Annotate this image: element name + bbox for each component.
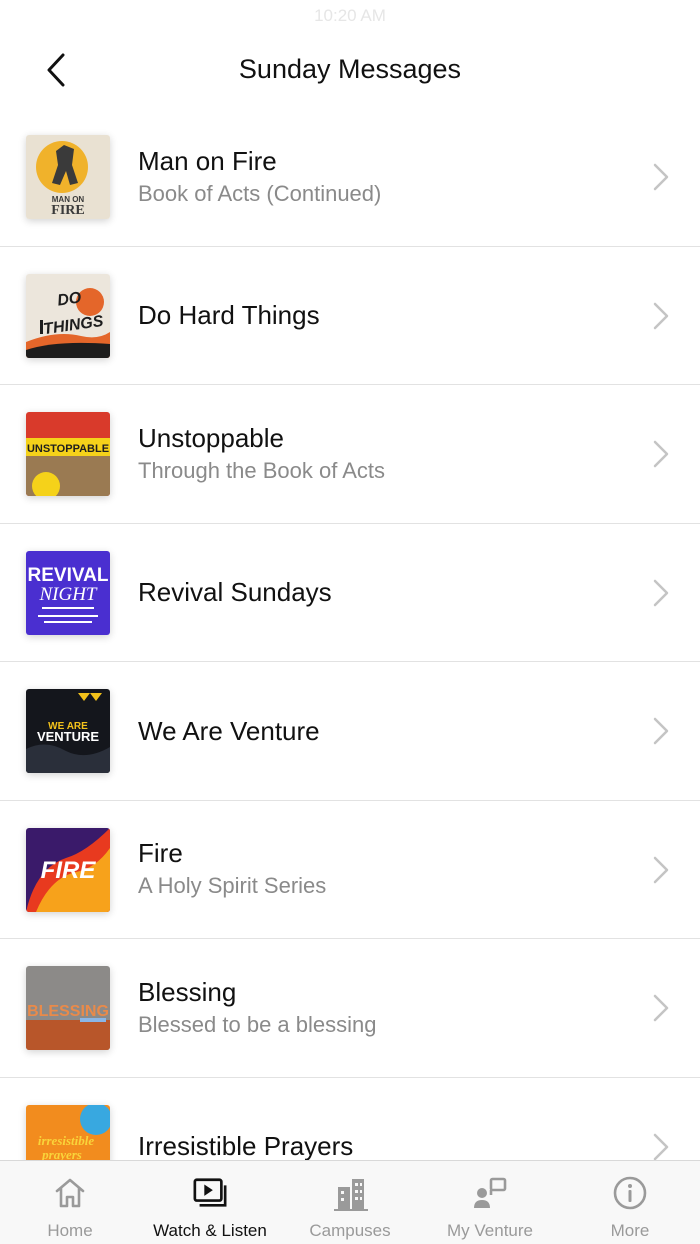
buildings-icon	[332, 1175, 368, 1211]
tab-label: Watch & Listen	[153, 1221, 267, 1240]
list-item[interactable]: REVIVAL NIGHT Revival Sundays	[0, 524, 700, 662]
info-icon	[612, 1175, 648, 1211]
series-artwork: MAN ON FIRE	[26, 135, 110, 219]
tab-label: Home	[47, 1221, 93, 1240]
series-artwork: FIRE	[26, 827, 110, 912]
list-item-text: Irresistible Prayers	[138, 1078, 630, 1160]
list-item[interactable]: WE ARE VENTURE We Are Venture	[0, 662, 700, 801]
series-title: We Are Venture	[138, 715, 320, 746]
list-item-text: Fire A Holy Spirit Series	[138, 801, 630, 939]
svg-text:NIGHT: NIGHT	[38, 584, 97, 605]
tab-campuses[interactable]: Campuses	[280, 1161, 420, 1244]
series-artwork: irresistible prayers	[26, 1104, 110, 1161]
series-artwork: REVIVAL NIGHT	[26, 550, 110, 635]
chevron-right-icon	[653, 994, 669, 1022]
home-icon	[52, 1175, 88, 1211]
list-item-text: Unstoppable Through the Book of Acts	[138, 385, 630, 523]
series-artwork: WE ARE VENTURE	[26, 689, 110, 773]
list-item[interactable]: BLESSING Blessing Blessed to be a blessi…	[0, 939, 700, 1078]
list-item[interactable]: irresistible prayers Irresistible Prayer…	[0, 1078, 700, 1161]
series-subtitle: A Holy Spirit Series	[138, 873, 327, 899]
list-item[interactable]: UNSTOPPABLE Unstoppable Through the Book…	[0, 385, 700, 524]
svg-text:DO: DO	[56, 289, 83, 309]
tab-more[interactable]: More	[560, 1161, 700, 1244]
series-title: Unstoppable	[138, 422, 284, 453]
chevron-right-icon	[653, 302, 669, 329]
series-subtitle: Blessed to be a blessing	[138, 1011, 377, 1037]
chevron-right-icon	[653, 856, 669, 883]
svg-text:UNSTOPPABLE: UNSTOPPABLE	[27, 443, 109, 455]
svg-text:FIRE: FIRE	[41, 857, 97, 884]
svg-text:irresistible: irresistible	[38, 1133, 95, 1148]
series-subtitle: Book of Acts (Continued)	[138, 180, 382, 206]
svg-text:prayers: prayers	[41, 1147, 82, 1161]
chevron-right-icon	[653, 440, 669, 468]
series-artwork: BLESSING	[26, 966, 110, 1050]
series-subtitle: Through the Book of Acts	[138, 457, 386, 483]
list-item[interactable]: MAN ON FIRE Man on Fire Book of Acts (Co…	[0, 108, 700, 247]
tab-watch-listen[interactable]: Watch & Listen	[140, 1161, 280, 1244]
chevron-right-icon	[653, 1133, 669, 1160]
series-title: Blessing	[138, 976, 237, 1007]
status-time: 10:20 AM	[314, 6, 386, 25]
series-title: Revival Sundays	[138, 577, 332, 608]
chevron-right-icon	[653, 579, 669, 606]
person-card-icon	[472, 1175, 508, 1211]
svg-text:REVIVAL: REVIVAL	[28, 565, 109, 586]
series-title: Do Hard Things	[138, 300, 320, 331]
list-item-text: We Are Venture	[138, 662, 630, 800]
tab-label: More	[610, 1221, 650, 1240]
svg-text:VENTURE: VENTURE	[37, 729, 99, 744]
list-item-text: Blessing Blessed to be a blessing	[138, 939, 630, 1077]
tab-home[interactable]: Home	[0, 1161, 140, 1244]
series-list[interactable]: MAN ON FIRE Man on Fire Book of Acts (Co…	[0, 108, 700, 1160]
list-item-text: Revival Sundays	[138, 524, 630, 662]
tab-label: My Venture	[447, 1221, 533, 1240]
tab-label: Campuses	[309, 1221, 391, 1240]
list-item-text: Man on Fire Book of Acts (Continued)	[138, 108, 630, 246]
series-artwork: UNSTOPPABLE	[26, 412, 110, 496]
chevron-right-icon	[653, 717, 669, 745]
list-item-text: Do Hard Things	[138, 247, 630, 385]
list-item[interactable]: DO THINGS Do Hard Things	[0, 247, 700, 385]
chevron-right-icon	[653, 163, 669, 191]
series-artwork: DO THINGS	[26, 273, 110, 358]
play-library-icon	[192, 1175, 228, 1211]
tab-my-venture[interactable]: My Venture	[420, 1161, 560, 1244]
svg-text:FIRE: FIRE	[51, 203, 84, 218]
series-title: Irresistible Prayers	[138, 1131, 354, 1160]
series-title: Fire	[138, 838, 183, 869]
list-item[interactable]: FIRE Fire A Holy Spirit Series	[0, 801, 700, 939]
series-title: Man on Fire	[138, 145, 277, 176]
tab-bar: Home Watch & Listen Campuses My Venture …	[0, 1160, 700, 1244]
page-title: Sunday Messages	[238, 54, 462, 84]
navigation-bar: Sunday Messages	[0, 30, 700, 114]
svg-text:BLESSING: BLESSING	[27, 1003, 109, 1020]
